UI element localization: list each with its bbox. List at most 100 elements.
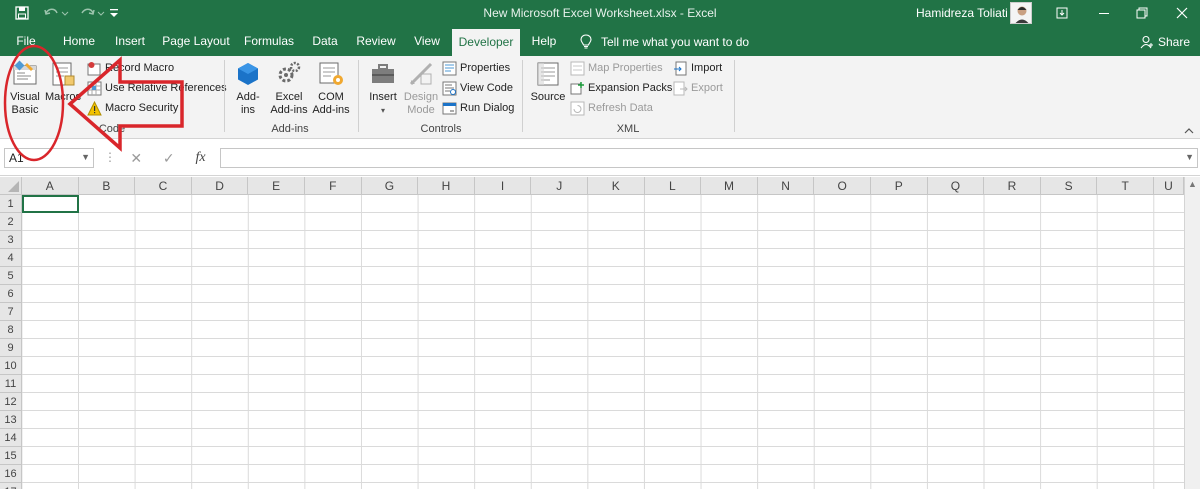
share-button[interactable]: Share	[1140, 27, 1190, 56]
expand-formula-icon[interactable]: ▼	[1185, 152, 1194, 162]
column-header[interactable]: A	[22, 177, 79, 195]
add-ins-button[interactable]: Add- ins	[230, 60, 266, 117]
column-header[interactable]: B	[78, 177, 136, 195]
excel-add-ins-label: Excel Add-ins	[270, 91, 308, 116]
restore-icon[interactable]	[1130, 2, 1154, 24]
chevron-down-icon[interactable]: ▼	[81, 152, 90, 162]
tab-formulas[interactable]: Formulas	[240, 27, 298, 56]
row-header[interactable]: 8	[0, 321, 22, 339]
run-dialog-button[interactable]: Run Dialog	[441, 99, 514, 117]
column-header[interactable]: C	[135, 177, 192, 195]
column-header[interactable]: L	[644, 177, 702, 195]
cell-area[interactable]	[22, 195, 1184, 489]
export-label: Export	[691, 82, 723, 94]
map-properties-label: Map Properties	[588, 62, 663, 74]
column-header[interactable]: D	[191, 177, 249, 195]
visual-basic-button[interactable]: Visual Basic	[4, 60, 46, 117]
row-header[interactable]: 13	[0, 411, 22, 429]
refresh-data-button[interactable]: Refresh Data	[569, 99, 653, 117]
refresh-icon	[569, 100, 585, 116]
row-header[interactable]: 9	[0, 339, 22, 357]
column-header[interactable]: U	[1154, 177, 1184, 195]
tab-help[interactable]: Help	[526, 27, 562, 56]
macros-button[interactable]: Macros	[44, 60, 82, 104]
insert-control-button[interactable]: Insert ▾	[364, 60, 402, 117]
export-button[interactable]: Export	[672, 79, 723, 97]
row-header[interactable]: 3	[0, 231, 22, 249]
row-header[interactable]: 6	[0, 285, 22, 303]
tab-developer[interactable]: Developer	[452, 29, 520, 56]
excel-add-ins-button[interactable]: Excel Add-ins	[266, 60, 312, 117]
column-header[interactable]: F	[305, 177, 362, 195]
cancel-icon[interactable]: ✕	[130, 150, 142, 167]
row-header[interactable]: 15	[0, 447, 22, 465]
column-header[interactable]: P	[871, 177, 928, 195]
column-header[interactable]: H	[418, 177, 475, 195]
column-header[interactable]: K	[588, 177, 645, 195]
column-header[interactable]: I	[474, 177, 532, 195]
view-code-button[interactable]: View Code	[441, 79, 513, 97]
row-header[interactable]: 17	[0, 483, 22, 489]
column-header[interactable]: E	[248, 177, 305, 195]
insert-function-icon[interactable]: fx	[195, 150, 205, 166]
macro-security-button[interactable]: Macro Security	[86, 99, 178, 117]
enter-icon[interactable]: ✓	[163, 150, 175, 167]
row-header[interactable]: 5	[0, 267, 22, 285]
user-name[interactable]: Hamidreza Toliati	[916, 6, 1008, 20]
column-header[interactable]: R	[984, 177, 1041, 195]
row-header[interactable]: 11	[0, 375, 22, 393]
tab-insert[interactable]: Insert	[110, 27, 150, 56]
row-header[interactable]: 7	[0, 303, 22, 321]
tab-data[interactable]: Data	[306, 27, 344, 56]
more-icon[interactable]: ⋮	[104, 150, 116, 164]
column-header[interactable]: T	[1097, 177, 1154, 195]
close-icon[interactable]	[1170, 2, 1194, 24]
tell-me-search[interactable]: Tell me what you want to do	[580, 27, 749, 56]
group-divider	[224, 60, 225, 132]
row-header[interactable]: 12	[0, 393, 22, 411]
avatar[interactable]	[1010, 2, 1032, 24]
scroll-up-icon[interactable]: ▲	[1185, 179, 1200, 189]
record-macro-button[interactable]: Record Macro	[86, 59, 174, 77]
vertical-scrollbar[interactable]: ▲	[1184, 177, 1200, 489]
tab-review[interactable]: Review	[352, 27, 400, 56]
minimize-icon[interactable]	[1092, 2, 1116, 24]
column-header[interactable]: G	[361, 177, 419, 195]
column-header[interactable]: Q	[927, 177, 985, 195]
column-header[interactable]: M	[701, 177, 758, 195]
design-mode-button[interactable]: Design Mode	[402, 60, 440, 117]
source-label: Source	[530, 91, 566, 103]
formula-input[interactable]: ▼	[220, 148, 1198, 168]
use-relative-references-label: Use Relative References	[105, 82, 227, 94]
collapse-ribbon-icon[interactable]	[1184, 126, 1194, 137]
group-divider	[358, 60, 359, 132]
ribbon-developer: Visual Basic Macros Record Macro Use Rel…	[0, 56, 1200, 139]
tab-file[interactable]: File	[8, 27, 44, 56]
row-header[interactable]: 14	[0, 429, 22, 447]
properties-label: Properties	[460, 62, 511, 74]
column-header[interactable]: J	[531, 177, 588, 195]
relative-references-icon	[86, 80, 102, 96]
tab-page-layout[interactable]: Page Layout	[160, 27, 232, 56]
select-all-corner[interactable]	[0, 177, 22, 195]
ribbon-display-options-icon[interactable]	[1050, 2, 1074, 24]
tab-view[interactable]: View	[408, 27, 446, 56]
column-header[interactable]: N	[757, 177, 815, 195]
import-button[interactable]: Import	[672, 59, 722, 77]
column-header[interactable]: S	[1040, 177, 1098, 195]
selected-cell[interactable]	[22, 195, 79, 213]
row-header[interactable]: 2	[0, 213, 22, 231]
row-header[interactable]: 1	[0, 195, 22, 213]
expansion-packs-button[interactable]: Expansion Packs	[569, 79, 672, 97]
use-relative-references-button[interactable]: Use Relative References	[86, 79, 227, 97]
tab-home[interactable]: Home	[58, 27, 100, 56]
row-header[interactable]: 10	[0, 357, 22, 375]
com-add-ins-button[interactable]: COM Add-ins	[310, 60, 352, 117]
name-box[interactable]: A1 ▼	[4, 148, 94, 168]
column-header[interactable]: O	[814, 177, 871, 195]
source-button[interactable]: Source	[528, 60, 568, 104]
row-header[interactable]: 16	[0, 465, 22, 483]
map-properties-button[interactable]: Map Properties	[569, 59, 663, 77]
row-header[interactable]: 4	[0, 249, 22, 267]
properties-button[interactable]: Properties	[441, 59, 510, 77]
